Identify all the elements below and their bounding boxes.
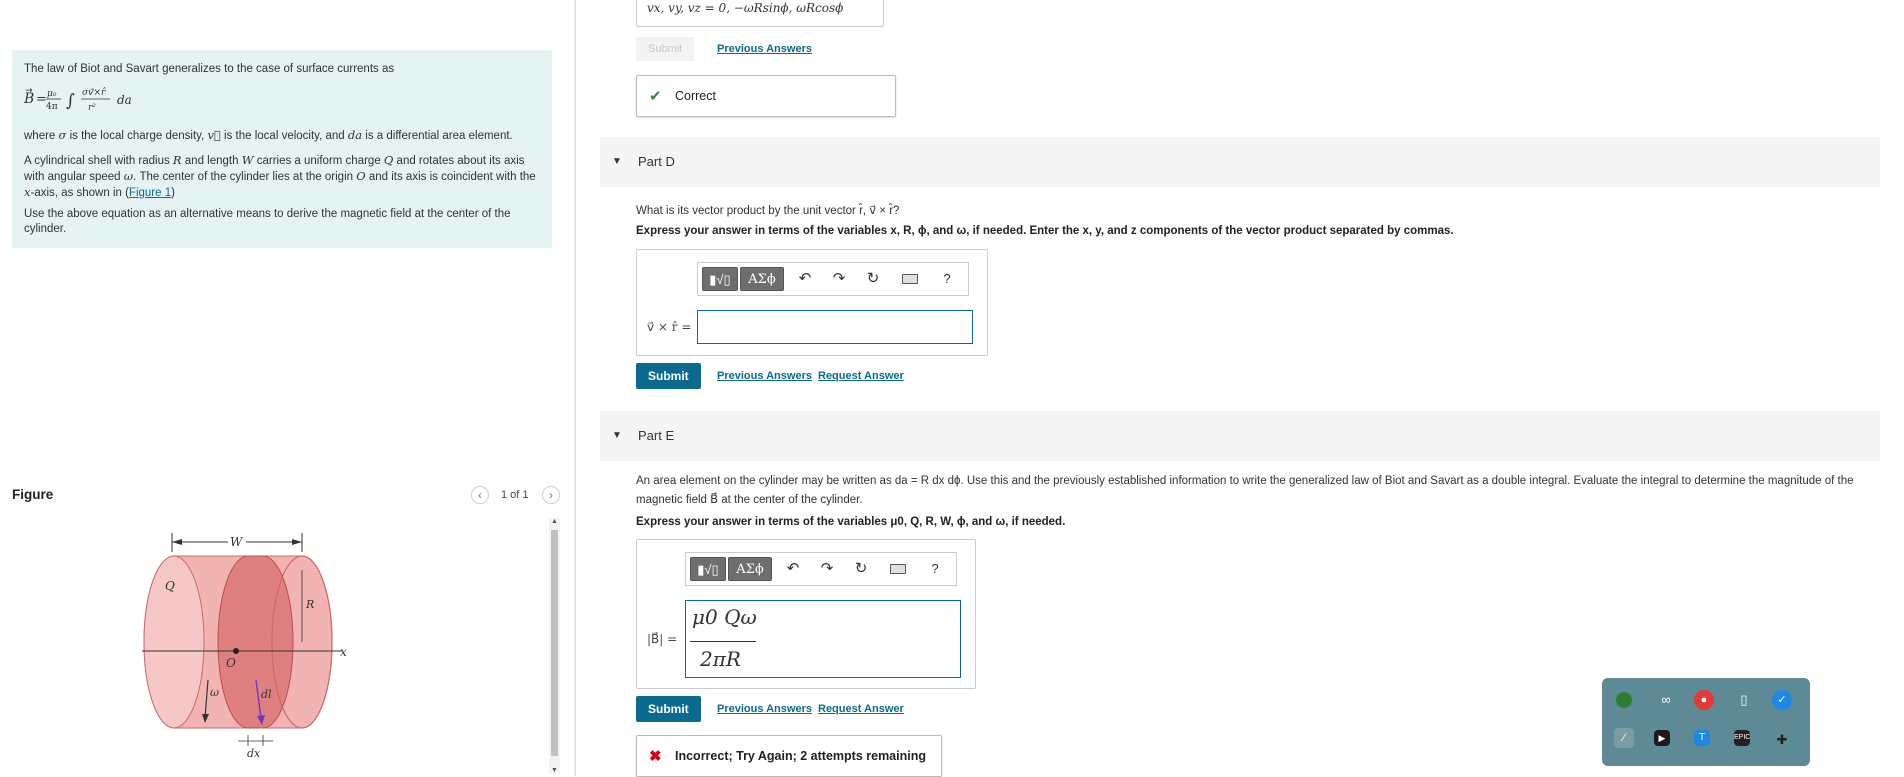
part-e-feedback: ✖ Incorrect; Try Again; 2 attempts remai… — [636, 735, 942, 777]
part-d-label: Part D — [638, 154, 675, 169]
figure-1-link[interactable]: Figure 1 — [129, 187, 171, 199]
keyboard-icon[interactable] — [890, 564, 906, 574]
part-c-feedback: ✔ Correct — [636, 75, 896, 117]
part-d-request-answer-link[interactable]: Request Answer — [818, 370, 904, 382]
svg-text:σv⃗×r̂: σv⃗×r̂ — [82, 87, 106, 98]
check-icon: ✔ — [649, 88, 662, 105]
cylinder-figure: W Q R O x ω dl dx — [142, 533, 347, 760]
svg-text:4π: 4π — [46, 102, 58, 112]
svg-text:μ₀: μ₀ — [47, 89, 57, 99]
part-e-answer-box: ▮√▯ ΑΣϕ ↶ ↷ ↻ ? |B⃗| = μ0 Qω 2πR — [636, 539, 976, 689]
reset-icon[interactable]: ↻ — [862, 269, 884, 289]
part-d-submit-button[interactable]: Submit — [636, 363, 701, 389]
part-d-previous-answers-link[interactable]: Previous Answers — [717, 370, 812, 382]
epic-games-icon[interactable]: EPIC — [1734, 730, 1750, 746]
templates-button[interactable]: ▮√▯ — [702, 267, 738, 291]
intro-line1: The law of Biot and Savart generalizes t… — [24, 63, 395, 75]
figure-scrollbar[interactable]: ▲ ▼ — [549, 518, 560, 774]
answer-pane: vx, vy, vz = 0, −ωRsinϕ, ωRcosϕ Submit P… — [576, 0, 1904, 777]
gamepad-icon[interactable]: ✚ — [1772, 730, 1792, 750]
keyboard-icon[interactable] — [902, 274, 918, 284]
intro-line2: where σ is the local charge density, v⃗ … — [24, 128, 513, 142]
label-R: R — [305, 598, 314, 611]
greek-symbols-button[interactable]: ΑΣϕ — [728, 557, 772, 581]
greek-symbols-button[interactable]: ΑΣϕ — [740, 267, 784, 291]
part-d-math-toolbar: ▮√▯ ΑΣϕ ↶ ↷ ↻ ? — [697, 262, 969, 296]
part-e-submit-button[interactable]: Submit — [636, 696, 701, 722]
caret-down-icon: ▼ — [612, 156, 622, 167]
next-figure-button[interactable]: › — [542, 486, 560, 504]
part-c-submit-button: Submit — [636, 37, 695, 61]
figure-header: Figure ‹ 1 of 1 › — [12, 484, 562, 506]
redo-icon[interactable]: ↷ — [816, 559, 838, 579]
templates-button[interactable]: ▮√▯ — [690, 557, 726, 581]
formula-graphic: B → = μ₀ 4π ∫ σv⃗×r̂ r² da — [23, 86, 132, 113]
problem-pane: The law of Biot and Savart generalizes t… — [0, 0, 576, 776]
reset-icon[interactable]: ↻ — [850, 559, 872, 579]
system-tray-popup: ∞ ● ▯ ✓ ⁄ ▶ T EPIC ✚ — [1602, 678, 1810, 766]
prev-figure-button[interactable]: ‹ — [471, 486, 489, 504]
label-dx: dx — [247, 747, 261, 760]
x-icon: ✖ — [649, 748, 662, 765]
label-dl: dl — [261, 688, 272, 701]
biot-savart-formula: B → = μ₀ 4π ∫ σv⃗×r̂ r² da — [23, 82, 546, 113]
part-d-answer-box: ▮√▯ ΑΣϕ ↶ ↷ ↻ ? v⃗ × r̂ = — [636, 249, 988, 356]
intro-cylinder-description: A cylindrical shell with radius R and le… — [24, 153, 536, 199]
svg-text:∫: ∫ — [66, 91, 75, 111]
part-c-answer-box: vx, vy, vz = 0, −ωRsinϕ, ωRcosϕ — [636, 0, 884, 27]
problem-intro: The law of Biot and Savart generalizes t… — [12, 50, 552, 248]
part-c-answer: vx, vy, vz = 0, −ωRsinϕ, ωRcosϕ — [647, 1, 844, 15]
feedback-incorrect-text: Incorrect; Try Again; 2 attempts remaini… — [675, 749, 926, 763]
part-d-header[interactable]: ▼ Part D — [600, 137, 1880, 187]
label-O: O — [226, 656, 236, 670]
undo-icon[interactable]: ↶ — [782, 559, 804, 579]
part-d-field-label: v⃗ × r̂ = — [647, 320, 692, 334]
part-d-question: What is its vector product by the unit v… — [636, 205, 900, 217]
app-icon-green[interactable] — [1616, 692, 1632, 708]
teams-icon[interactable]: T — [1694, 730, 1710, 746]
label-x: x — [340, 645, 347, 659]
chat-icon[interactable]: ● — [1694, 690, 1714, 710]
scroll-thumb[interactable] — [551, 530, 558, 756]
fraction-bar — [690, 641, 756, 642]
svg-text:r²: r² — [88, 103, 96, 113]
figure-count: 1 of 1 — [501, 489, 529, 501]
part-e-instructions: Express your answer in terms of the vari… — [636, 516, 1066, 528]
usb-icon[interactable]: ▯ — [1734, 690, 1754, 710]
caret-down-icon: ▼ — [612, 430, 622, 441]
part-e-request-answer-link[interactable]: Request Answer — [818, 703, 904, 715]
svg-text:→: → — [25, 86, 33, 96]
part-e-label: Part E — [638, 428, 675, 443]
label-W: W — [230, 535, 244, 549]
redo-icon[interactable]: ↷ — [828, 269, 850, 289]
feedback-correct-text: Correct — [675, 89, 716, 103]
part-e-field-label: |B⃗| = — [647, 632, 678, 646]
part-e-previous-answers-link[interactable]: Previous Answers — [717, 703, 812, 715]
chevron-left-icon: ‹ — [478, 488, 482, 502]
chevron-right-icon: › — [549, 488, 553, 502]
part-d-instructions: Express your answer in terms of the vari… — [636, 225, 1454, 237]
link-icon[interactable]: ∞ — [1656, 690, 1676, 710]
part-e-header[interactable]: ▼ Part E — [600, 411, 1880, 461]
help-button[interactable]: ? — [936, 269, 958, 289]
part-e-answer-input[interactable]: μ0 Qω 2πR — [685, 600, 961, 678]
label-omega: ω — [210, 686, 219, 699]
pen-icon[interactable]: ⁄ — [1614, 728, 1634, 748]
intro-task: Use the above equation as an alternative… — [24, 208, 511, 235]
help-button[interactable]: ? — [924, 559, 946, 579]
svg-text:da: da — [117, 93, 132, 107]
part-d-answer-input[interactable] — [697, 310, 973, 344]
answer-numerator: μ0 Qω — [692, 605, 757, 629]
label-Q: Q — [165, 579, 175, 593]
scroll-up-icon[interactable]: ▲ — [549, 518, 560, 525]
answer-denominator: 2πR — [700, 647, 741, 671]
undo-icon[interactable]: ↶ — [794, 269, 816, 289]
part-e-question: An area element on the cylinder may be w… — [636, 475, 1854, 506]
nvidia-icon[interactable]: ▶ — [1654, 730, 1670, 746]
part-e-math-toolbar: ▮√▯ ΑΣϕ ↶ ↷ ↻ ? — [685, 552, 957, 586]
part-c-previous-answers-link[interactable]: Previous Answers — [717, 43, 812, 55]
figure-title: Figure — [12, 487, 54, 502]
security-shield-icon[interactable]: ✓ — [1772, 690, 1792, 710]
scroll-down-icon[interactable]: ▼ — [549, 767, 560, 774]
